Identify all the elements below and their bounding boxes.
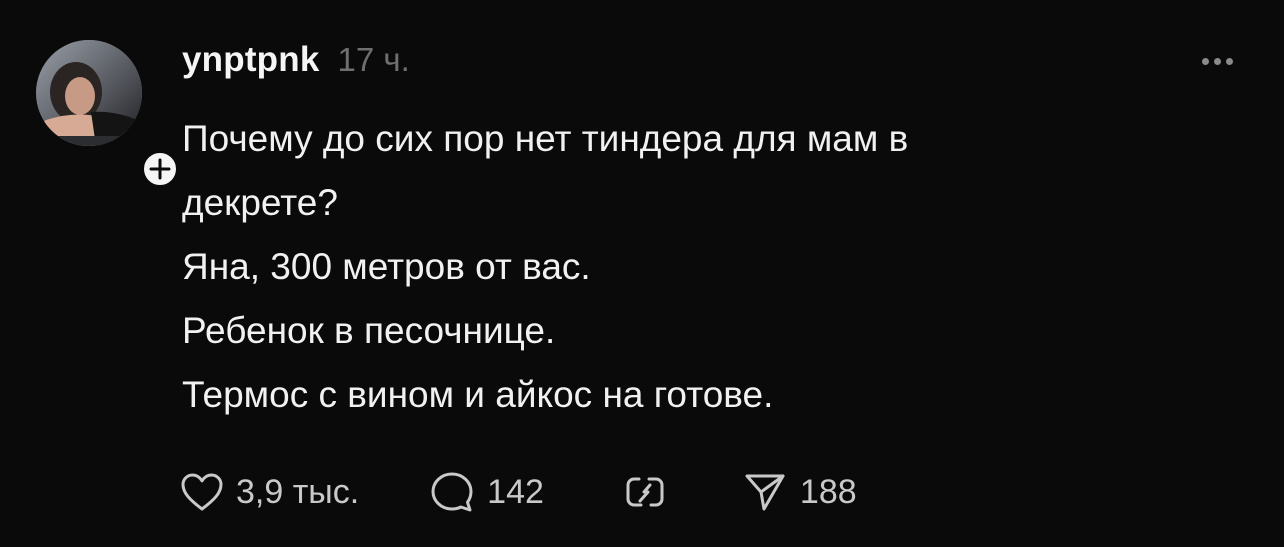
post-header: ynptpnk 17 ч. — [182, 40, 410, 88]
post-text-line: Яна, 300 метров от вас. — [182, 246, 591, 287]
username-link[interactable]: ynptpnk — [182, 40, 320, 80]
avatar[interactable] — [36, 40, 142, 146]
reply-count: 142 — [487, 472, 544, 511]
more-horizontal-icon — [1201, 57, 1233, 65]
share-count: 188 — [799, 472, 857, 511]
like-button[interactable]: 3,9 тыс. — [180, 472, 359, 512]
send-icon — [745, 474, 785, 511]
post-text-line: Термос с вином и айкос на готове. — [182, 374, 774, 415]
thread-post: ynptpnk 17 ч. Почему до сих пор нет тинд… — [0, 0, 1284, 547]
heart-icon — [181, 473, 223, 511]
post-text-line: декрете? — [182, 182, 338, 223]
post-body: Почему до сих пор нет тиндера для мам в … — [182, 107, 1182, 427]
plus-icon — [149, 158, 171, 180]
share-button[interactable]: 188 — [742, 470, 857, 514]
repost-button[interactable] — [622, 470, 668, 514]
post-timestamp: 17 ч. — [337, 41, 410, 78]
repost-icon — [626, 477, 664, 507]
avatar-photo — [36, 40, 142, 146]
comment-bubble-icon — [431, 472, 473, 512]
more-options-button[interactable] — [1192, 46, 1242, 76]
like-count: 3,9 тыс. — [236, 472, 360, 511]
post-text-line: Почему до сих пор нет тиндера для мам в — [182, 118, 909, 159]
author-avatar-container[interactable] — [36, 40, 180, 189]
post-text-line: Ребенок в песочнице. — [182, 310, 556, 351]
follow-button[interactable] — [140, 149, 180, 189]
post-actions-bar: 3,9 тыс. 142 188 — [180, 466, 857, 518]
reply-button[interactable]: 142 — [429, 470, 544, 514]
